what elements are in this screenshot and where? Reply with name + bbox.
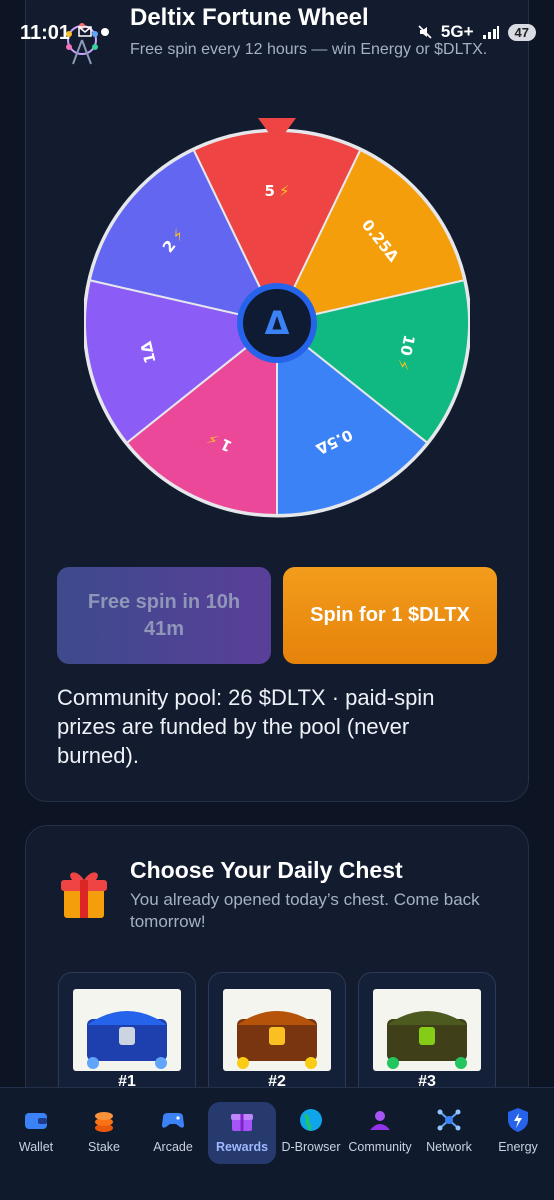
mute-icon [418,25,432,39]
network-label: 5G+ [440,22,474,41]
cloud-icon [98,24,112,38]
nav-label: Arcade [153,1140,193,1154]
community-pool-text: Community pool: 26 $DLTX · paid-spin pri… [57,685,435,768]
battery-indicator: 47 [507,23,536,41]
wallet-icon [25,1113,47,1129]
nav-item-rewards[interactable]: Rewards [208,1102,276,1164]
nav-item-energy[interactable]: Energy [484,1102,552,1164]
nav-label: Energy [498,1140,538,1154]
fortune-wheel[interactable]: 5 ⚡0.25Δ10⚡0.5Δ1⚡1Δ2⚡ Δ [84,116,470,522]
community-icon [370,1111,390,1130]
mail-icon [78,24,92,38]
gamepad-icon [162,1113,184,1128]
status-bar: 11:01 5G+ 47 [0,0,554,62]
nav-label: Rewards [215,1140,269,1154]
blue-chest-image [73,989,181,1071]
nav-item-community[interactable]: Community [346,1102,414,1164]
energy-shield-icon [508,1108,528,1132]
chest-subtitle: You already opened today’s chest. Come b… [130,890,480,931]
gold-chest-image [223,989,331,1071]
gift-icon [61,872,107,918]
bottom-navigation: Wallet Stake Arcade Rewards D-Browser Co… [0,1087,554,1200]
nav-label: Network [426,1140,472,1154]
network-icon [437,1109,461,1131]
chest-title: Choose Your Daily Chest [130,857,403,883]
status-right: 5G+ 47 [417,22,536,42]
green-chest-image [373,989,481,1071]
signal-icon [482,26,499,39]
coins-icon [95,1112,113,1132]
lightning-icon: ⚡ [279,182,290,200]
nav-label: Stake [88,1140,120,1154]
nav-item-d-browser[interactable]: D-Browser [277,1102,345,1164]
nav-item-wallet[interactable]: Wallet [2,1102,70,1164]
gift-icon [231,1114,253,1131]
globe-icon [300,1109,322,1131]
nav-item-arcade[interactable]: Arcade [139,1102,207,1164]
nav-item-stake[interactable]: Stake [70,1102,138,1164]
free-spin-button[interactable]: Free spin in 10h 41m [57,567,271,664]
notification-icons [78,24,112,38]
nav-label: Community [348,1140,412,1154]
nav-label: D-Browser [281,1140,341,1154]
nav-label: Wallet [18,1140,54,1154]
wheel-center-symbol: Δ [265,304,290,342]
paid-spin-button[interactable]: Spin for 1 $DLTX [283,567,497,664]
nav-item-network[interactable]: Network [415,1102,483,1164]
clock: 11:01 [20,22,71,44]
